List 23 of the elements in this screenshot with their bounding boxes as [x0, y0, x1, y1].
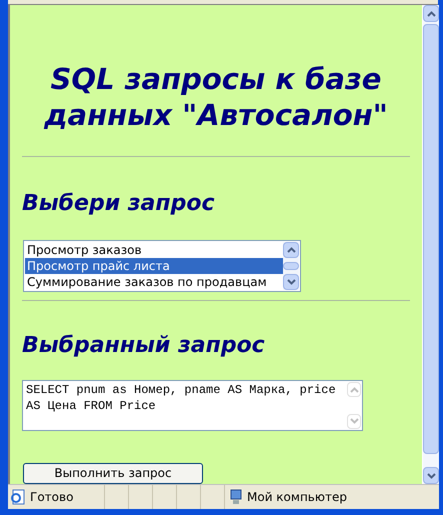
status-text: Готово [30, 489, 74, 506]
query-textarea[interactable]: SELECT pnum as Номер, pname AS Марка, price AS Цена FROM Price [22, 380, 363, 431]
list-option[interactable]: Просмотр заказов [25, 242, 283, 258]
run-query-button[interactable]: Выполнить запрос [23, 462, 203, 484]
scrollbar[interactable] [283, 242, 299, 290]
scroll-thumb[interactable] [423, 24, 439, 454]
list-option[interactable]: Суммирование заказов по продавцам [25, 274, 283, 290]
page-title: SQL запросы к базе данных "Автосалон" [42, 61, 389, 133]
scroll-up-icon [426, 10, 436, 16]
scroll-down-icon [350, 418, 358, 424]
scroll-up-icon [350, 386, 358, 392]
scroll-down-icon [286, 279, 296, 285]
list-option[interactable]: Просмотр прайс листа [25, 258, 283, 274]
zone-text: Мой компьютер [247, 489, 347, 506]
scroll-down-icon [426, 472, 436, 478]
page-icon [10, 489, 26, 505]
page-scrollbar[interactable] [422, 5, 439, 484]
query-listbox[interactable]: Просмотр заказов Просмотр прайс листа Суммирование заказов по продавцам [23, 240, 301, 292]
scroll-thumb[interactable] [283, 262, 299, 270]
scroll-up-icon [286, 247, 296, 253]
section-heading: Выбранный запрос [22, 332, 265, 360]
section-heading: Выбери запрос [22, 190, 214, 218]
computer-icon [229, 489, 243, 505]
